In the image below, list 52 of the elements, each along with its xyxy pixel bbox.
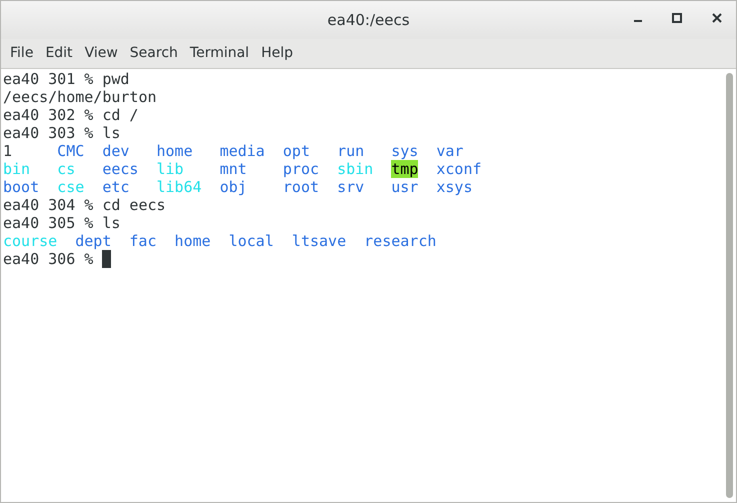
file-name: proc bbox=[282, 160, 320, 178]
file-name: CMC bbox=[57, 142, 84, 160]
terminal-line: ea40 301 % pwd bbox=[3, 70, 130, 88]
file-name: home bbox=[174, 232, 211, 250]
file-name: dept bbox=[75, 232, 112, 250]
file-name: mnt bbox=[220, 160, 247, 178]
file-name: cse bbox=[57, 178, 84, 196]
file-name: obj bbox=[220, 178, 247, 196]
file-name: lib bbox=[156, 160, 184, 178]
menu-item[interactable]: Search bbox=[124, 41, 183, 66]
scrollbar-thumb[interactable] bbox=[726, 73, 732, 498]
file-name: home bbox=[156, 142, 193, 160]
close-icon[interactable] bbox=[712, 13, 722, 23]
file-name: lib64 bbox=[156, 178, 202, 196]
file-name: bin bbox=[3, 160, 30, 178]
terminal-line: ea40 305 % ls bbox=[3, 214, 120, 232]
file-name: sys bbox=[391, 142, 418, 160]
file-name: root bbox=[282, 178, 320, 196]
file-name: etc bbox=[102, 178, 130, 196]
file-name: opt bbox=[282, 142, 310, 160]
file-name: xconf bbox=[436, 160, 482, 178]
menu-item[interactable]: File bbox=[5, 41, 38, 66]
file-name: cs bbox=[57, 160, 76, 178]
file-name: local bbox=[228, 232, 274, 250]
cursor bbox=[102, 250, 112, 268]
file-name: dev bbox=[102, 142, 130, 160]
terminal-line: /eecs/home/burton bbox=[3, 88, 157, 106]
file-name: tmp bbox=[391, 160, 418, 178]
maximize-icon[interactable] bbox=[672, 13, 682, 23]
menu-item[interactable]: Edit bbox=[40, 41, 78, 66]
file-name: xsys bbox=[436, 178, 472, 196]
file-name: fac bbox=[129, 232, 156, 250]
file-name: media bbox=[220, 142, 265, 160]
file-name: course bbox=[3, 232, 58, 250]
window-title: ea40:/eecs bbox=[327, 10, 410, 31]
file-name: sbin bbox=[337, 160, 374, 178]
file-name: boot bbox=[3, 178, 40, 196]
file-name: srv bbox=[337, 178, 364, 196]
terminal-line: ea40 302 % cd / bbox=[3, 106, 138, 124]
file-name: var bbox=[436, 142, 464, 160]
file-name: eecs bbox=[102, 160, 138, 178]
file-name: run bbox=[337, 142, 364, 160]
menu-item[interactable]: Help bbox=[256, 41, 298, 66]
file-name: 1 bbox=[3, 142, 12, 160]
menu-item[interactable]: Terminal bbox=[184, 41, 254, 66]
terminal-line: ea40 306 % bbox=[3, 250, 94, 268]
terminal-line: ea40 303 % ls bbox=[3, 124, 120, 142]
menu-item[interactable]: View bbox=[80, 41, 123, 66]
file-name: research bbox=[364, 232, 436, 250]
file-name: usr bbox=[391, 178, 418, 196]
file-name: ltsave bbox=[292, 232, 346, 250]
terminal-line: ea40 304 % cd eecs bbox=[3, 196, 166, 214]
